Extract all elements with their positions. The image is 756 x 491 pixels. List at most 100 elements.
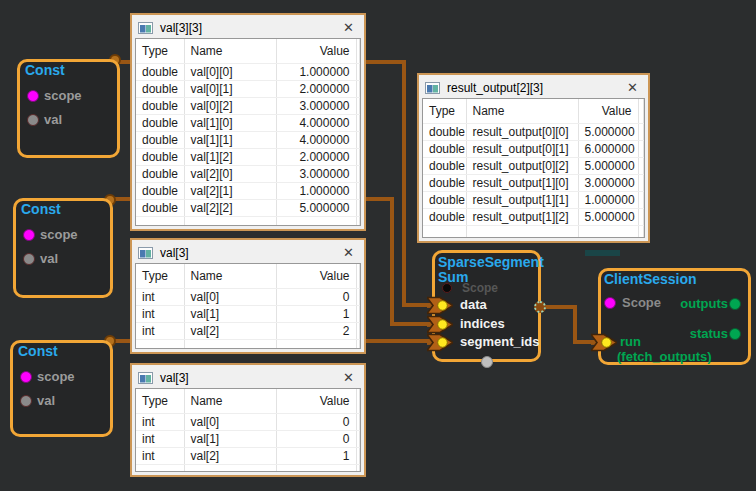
value-cell: 1 xyxy=(276,306,356,323)
window-titlebar[interactable]: val[3] ✕ xyxy=(135,242,361,263)
sss-bottom-connector[interactable] xyxy=(481,356,493,368)
val-port-label: val xyxy=(37,394,55,408)
value-table: Type Name Value doubleval[0][0]1.000000d… xyxy=(135,38,361,226)
table-row[interactable]: doubleresult_output[0][2]5.000000 xyxy=(423,158,644,175)
val-port[interactable] xyxy=(20,395,32,407)
col-header-pad xyxy=(356,389,360,414)
col-header-type[interactable]: Type xyxy=(136,39,184,64)
segment-ids-port-label: segment_ids xyxy=(460,335,539,349)
scope-port[interactable] xyxy=(442,283,452,293)
val-port[interactable] xyxy=(23,253,35,265)
col-header-name[interactable]: Name xyxy=(466,99,578,124)
run-port-arrow-icon[interactable] xyxy=(591,333,617,352)
outputs-port[interactable] xyxy=(729,298,741,310)
table-row[interactable]: doubleval[0][2]3.000000 xyxy=(136,98,360,115)
indices-port-arrow-icon[interactable] xyxy=(427,315,453,334)
node-const-3[interactable]: Const scope val xyxy=(10,340,113,437)
wire-const1-data-v[interactable] xyxy=(402,60,406,307)
type-cell: int xyxy=(136,414,184,431)
sss-output-connector[interactable] xyxy=(534,301,546,313)
col-header-type[interactable]: Type xyxy=(136,389,184,414)
val-port[interactable] xyxy=(27,114,39,126)
table-row[interactable]: doubleresult_output[1][1]1.000000 xyxy=(423,192,644,209)
close-icon[interactable]: ✕ xyxy=(343,20,358,35)
table-row[interactable]: doubleresult_output[0][0]5.000000 xyxy=(423,124,644,141)
col-header-value[interactable]: Value xyxy=(578,99,638,124)
scope-port[interactable] xyxy=(604,297,616,309)
table-row[interactable]: doubleval[1][2]2.000000 xyxy=(136,149,360,166)
scope-port[interactable] xyxy=(20,371,32,383)
probe-window-val3-segmentids[interactable]: val[3] ✕ Type Name Value intval[0]0intva… xyxy=(130,363,366,477)
type-cell: double xyxy=(136,166,184,183)
table-row[interactable]: doubleval[0][0]1.000000 xyxy=(136,64,360,81)
col-header-name[interactable]: Name xyxy=(184,39,276,64)
col-header-value[interactable]: Value xyxy=(276,389,356,414)
type-cell: int xyxy=(136,448,184,465)
table-row[interactable]: intval[1]0 xyxy=(136,431,360,448)
node-const-1[interactable]: Const scope val xyxy=(17,59,120,158)
close-icon[interactable]: ✕ xyxy=(343,245,358,260)
table-row[interactable]: intval[2]1 xyxy=(136,448,360,465)
col-header-value[interactable]: Value xyxy=(276,39,356,64)
table-row[interactable]: doubleresult_output[0][1]6.000000 xyxy=(423,141,644,158)
node-title: Const xyxy=(25,63,65,78)
probe-window-result-output[interactable]: result_output[2][3] ✕ Type Name Value do… xyxy=(417,73,650,243)
scope-port-label: scope xyxy=(44,89,82,103)
window-titlebar[interactable]: val[3] ✕ xyxy=(135,367,361,388)
type-cell: int xyxy=(136,289,184,306)
wire-const2-indices-v[interactable] xyxy=(390,197,394,326)
table-row[interactable]: doubleval[1][1]4.000000 xyxy=(136,132,360,149)
table-row[interactable]: doubleval[1][0]4.000000 xyxy=(136,115,360,132)
status-port[interactable] xyxy=(729,328,741,340)
table-row[interactable]: doubleval[2][2]5.000000 xyxy=(136,200,360,217)
table-row[interactable]: doubleresult_output[1][0]3.000000 xyxy=(423,175,644,192)
empty-row xyxy=(136,340,360,349)
value-cell: 1.000000 xyxy=(276,183,356,200)
col-header-pad xyxy=(638,99,644,124)
value-cell: 0 xyxy=(276,414,356,431)
col-header-pad xyxy=(356,264,360,289)
name-cell: val[0][2] xyxy=(184,98,276,115)
node-const-2[interactable]: Const scope val xyxy=(13,198,113,298)
value-cell: 2.000000 xyxy=(276,149,356,166)
status-port-label: status xyxy=(690,327,728,341)
segment-ids-port-arrow-icon[interactable] xyxy=(427,333,453,352)
table-row[interactable]: intval[0]0 xyxy=(136,289,360,306)
table-row[interactable]: intval[2]2 xyxy=(136,323,360,340)
scope-port[interactable] xyxy=(23,229,35,241)
window-titlebar[interactable]: val[3][3] ✕ xyxy=(135,17,361,38)
value-cell: 2 xyxy=(276,323,356,340)
col-header-value[interactable]: Value xyxy=(276,264,356,289)
probe-window-val3-indices[interactable]: val[3] ✕ Type Name Value intval[0]0intva… xyxy=(130,238,366,354)
pad-cell xyxy=(638,175,644,192)
type-cell: int xyxy=(136,306,184,323)
col-header-name[interactable]: Name xyxy=(184,264,276,289)
empty-row xyxy=(136,217,360,226)
col-header-type[interactable]: Type xyxy=(136,264,184,289)
window-titlebar[interactable]: result_output[2][3] ✕ xyxy=(422,77,645,98)
wire-sss-run-v[interactable] xyxy=(573,305,577,344)
pad-cell xyxy=(638,192,644,209)
col-header-type[interactable]: Type xyxy=(423,99,466,124)
col-header-name[interactable]: Name xyxy=(184,389,276,414)
value-cell: 0 xyxy=(276,289,356,306)
table-row[interactable]: doubleval[2][1]1.000000 xyxy=(136,183,360,200)
name-cell: val[0] xyxy=(184,289,276,306)
close-icon[interactable]: ✕ xyxy=(343,370,358,385)
probe-window-val33[interactable]: val[3][3] ✕ Type Name Value doubleval[0]… xyxy=(130,13,366,231)
table-row[interactable]: intval[1]1 xyxy=(136,306,360,323)
table-row[interactable]: doubleval[0][1]2.000000 xyxy=(136,81,360,98)
table-row[interactable]: intval[0]0 xyxy=(136,414,360,431)
name-cell: val[0] xyxy=(184,414,276,431)
pad-cell xyxy=(356,166,360,183)
window-icon xyxy=(138,372,153,384)
value-cell: 4.000000 xyxy=(276,132,356,149)
table-row[interactable]: doubleval[2][0]3.000000 xyxy=(136,166,360,183)
value-cell: 5.000000 xyxy=(578,124,638,141)
scope-port[interactable] xyxy=(27,90,39,102)
node-client-session[interactable]: ClientSession Scope outputs status run (… xyxy=(598,268,751,365)
table-row[interactable]: doubleresult_output[1][2]5.000000 xyxy=(423,209,644,226)
data-port-arrow-icon[interactable] xyxy=(427,296,453,315)
outputs-port-label: outputs xyxy=(680,297,728,311)
close-icon[interactable]: ✕ xyxy=(627,80,642,95)
